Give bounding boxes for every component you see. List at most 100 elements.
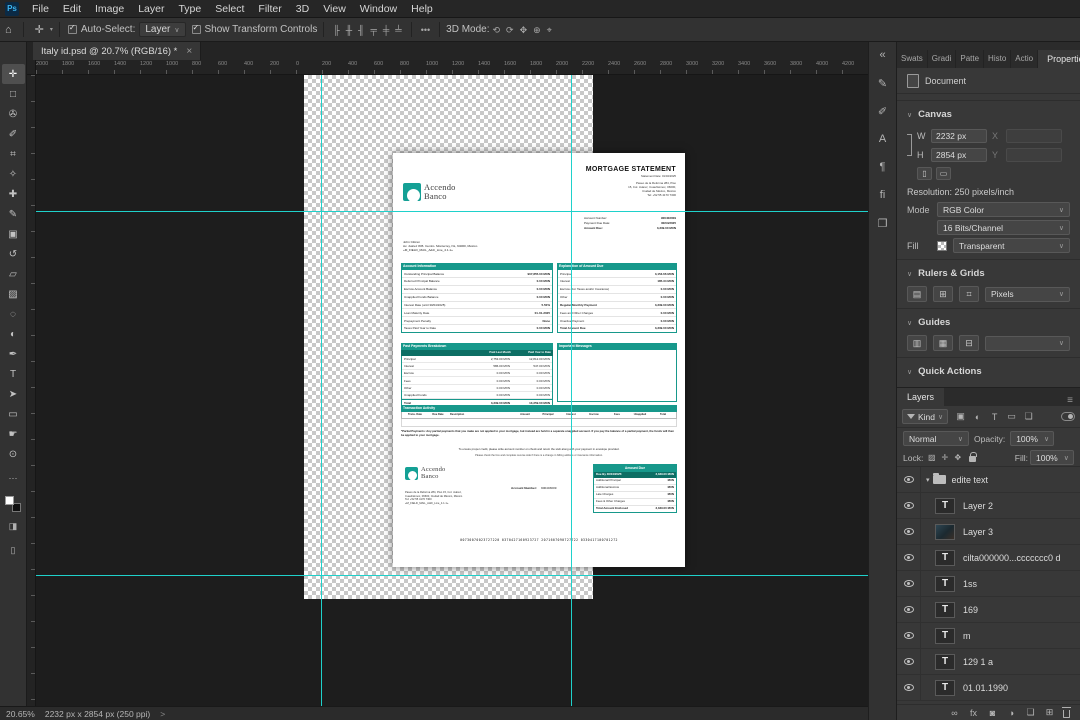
foreground-background-swatches[interactable]: [5, 496, 21, 512]
opacity-dropdown[interactable]: 100%: [1010, 431, 1055, 446]
scale-3d-icon[interactable]: ⌖: [544, 19, 555, 41]
collapse-panels-icon[interactable]: «: [872, 44, 894, 66]
height-field[interactable]: 2854 px: [931, 147, 987, 162]
more-options-icon[interactable]: •••: [418, 19, 433, 41]
guide-horizontal[interactable]: [36, 575, 868, 576]
panel-tab-actio[interactable]: Actio: [1011, 50, 1039, 68]
move-tool[interactable]: ✛: [1, 64, 25, 84]
auto-select-target-dropdown[interactable]: Layer: [139, 22, 186, 37]
toggle-guides-button[interactable]: ▥: [907, 335, 927, 351]
filter-toggle[interactable]: [1061, 412, 1075, 421]
landscape-orientation-button[interactable]: ▭: [936, 167, 951, 180]
lock-transparency-icon[interactable]: ▨: [925, 450, 938, 465]
canvas-section-header[interactable]: ∨ Canvas: [897, 100, 1080, 124]
panel-menu-icon[interactable]: ≡: [1060, 395, 1080, 406]
photoshop-logo-icon[interactable]: Ps: [5, 1, 19, 16]
tab-properties[interactable]: Properties: [1038, 50, 1080, 68]
history-brush-tool[interactable]: ↺: [2, 244, 25, 264]
home-icon[interactable]: ⌂: [0, 19, 17, 41]
new-layer-icon[interactable]: ⊞: [1041, 705, 1058, 720]
mortgage-statement-document[interactable]: MORTGAGE STATEMENT Statement Date: 01/04…: [393, 153, 685, 567]
eye-icon[interactable]: [897, 597, 921, 622]
panel-tab-gradi[interactable]: Gradi: [928, 50, 957, 68]
eyedropper-tool[interactable]: ✧: [2, 164, 25, 184]
crop-tool[interactable]: ⌗: [2, 144, 25, 164]
eye-icon[interactable]: [897, 467, 921, 492]
path-selection-tool[interactable]: ➤: [2, 384, 25, 404]
width-field[interactable]: 2232 px: [931, 128, 987, 143]
quick-mask-icon[interactable]: ◨: [2, 516, 25, 536]
layer-row[interactable]: T Layer 2: [897, 493, 1080, 519]
lock-guides-button[interactable]: ▦: [933, 335, 953, 351]
shape-tool[interactable]: ▭: [2, 404, 25, 424]
align-bottom-icon[interactable]: ╧: [392, 19, 404, 41]
show-transform-checkbox[interactable]: [191, 23, 201, 34]
canvas[interactable]: MORTGAGE STATEMENT Statement Date: 01/04…: [36, 75, 868, 706]
constrain-link-icon[interactable]: [906, 134, 912, 156]
guide-color-dropdown[interactable]: [985, 335, 1070, 351]
lock-pixels-icon[interactable]: ✛: [938, 450, 951, 465]
new-group-icon[interactable]: ❏: [1022, 705, 1039, 720]
align-right-icon[interactable]: ╢: [355, 19, 367, 41]
brushes-panel-icon[interactable]: ✎: [872, 72, 894, 94]
eye-icon[interactable]: [897, 675, 921, 700]
horizontal-ruler[interactable]: 2000 1800 1600 1400 1200 1000 800 600 400 200 0 200…: [27, 60, 868, 75]
quick-actions-section-header[interactable]: ∨ Quick Actions: [897, 357, 1080, 381]
filter-shape-layers-icon[interactable]: ▭: [1003, 409, 1020, 424]
layer-row[interactable]: Layer 3: [897, 519, 1080, 545]
menu-item-view[interactable]: View: [316, 0, 353, 18]
drag-3d-icon[interactable]: ✥: [517, 19, 531, 41]
slide-3d-icon[interactable]: ⊕: [530, 19, 544, 41]
document-tab[interactable]: Italy id.psd @ 20.7% (RGB/16) * ×: [33, 42, 202, 60]
move-tool-preset-icon[interactable]: ✛: [30, 19, 49, 41]
delete-layer-icon[interactable]: [1062, 706, 1071, 718]
eye-icon[interactable]: [897, 623, 921, 648]
align-middle-icon[interactable]: ╪: [380, 19, 392, 41]
link-layers-icon[interactable]: ∞: [946, 705, 963, 720]
clear-guides-button[interactable]: ⊟: [959, 335, 979, 351]
eye-icon[interactable]: [897, 649, 921, 674]
color-mode-dropdown[interactable]: RGB Color: [937, 202, 1070, 217]
layer-row[interactable]: Tcilta000000...ccccccc0 d: [897, 545, 1080, 571]
layer-row[interactable]: T 01.01.1990: [897, 675, 1080, 701]
zoom-level[interactable]: 20.65%: [6, 709, 35, 719]
menu-item-window[interactable]: Window: [353, 0, 404, 18]
blend-mode-dropdown[interactable]: Normal: [903, 431, 969, 446]
dodge-tool[interactable]: ◐: [2, 324, 25, 344]
align-left-icon[interactable]: ╟: [330, 19, 342, 41]
status-menu-chevron[interactable]: >: [160, 709, 165, 719]
tab-layers[interactable]: Layers: [897, 388, 945, 406]
filter-adjustment-layers-icon[interactable]: ◐: [969, 409, 986, 424]
guide-vertical[interactable]: [321, 75, 322, 706]
panel-tab-patte[interactable]: Patte: [956, 50, 985, 68]
lasso-tool[interactable]: ✇: [2, 104, 25, 124]
rulers-grids-section-header[interactable]: ∨ Rulers & Grids: [897, 259, 1080, 283]
healing-brush-tool[interactable]: ✚: [2, 184, 25, 204]
eye-icon[interactable]: [897, 571, 921, 596]
menu-item-type[interactable]: Type: [171, 0, 208, 18]
portrait-orientation-button[interactable]: ▯: [917, 167, 932, 180]
lock-position-icon[interactable]: ✥: [951, 450, 964, 465]
guide-vertical[interactable]: [571, 75, 572, 706]
expand-caret-icon[interactable]: ▾: [926, 476, 930, 484]
eye-icon[interactable]: [897, 545, 921, 570]
fill-dropdown[interactable]: Transparent: [953, 238, 1070, 253]
eraser-tool[interactable]: ▱: [2, 264, 25, 284]
menu-item-select[interactable]: Select: [208, 0, 251, 18]
guides-section-header[interactable]: ∨ Guides: [897, 308, 1080, 332]
hand-tool[interactable]: ☛: [2, 424, 25, 444]
fill-dropdown[interactable]: 100%: [1030, 450, 1074, 465]
layer-row[interactable]: T 129 1 a: [897, 649, 1080, 675]
brush-tool[interactable]: ✎: [2, 204, 25, 224]
brush-settings-panel-icon[interactable]: ✐: [872, 100, 894, 122]
filter-pixel-layers-icon[interactable]: ▣: [952, 409, 969, 424]
clone-stamp-tool[interactable]: ▣: [2, 224, 25, 244]
quick-selection-tool[interactable]: ✐: [2, 124, 25, 144]
guide-horizontal[interactable]: [36, 211, 868, 212]
panel-tab-swats[interactable]: Swats: [897, 50, 928, 68]
menu-item-image[interactable]: Image: [88, 0, 131, 18]
panel-tab-histo[interactable]: Histo: [984, 50, 1012, 68]
layer-row[interactable]: ▾ edite text: [897, 467, 1080, 493]
menu-item-3d[interactable]: 3D: [289, 0, 316, 18]
edit-toolbar-icon[interactable]: ⋯: [2, 468, 25, 488]
